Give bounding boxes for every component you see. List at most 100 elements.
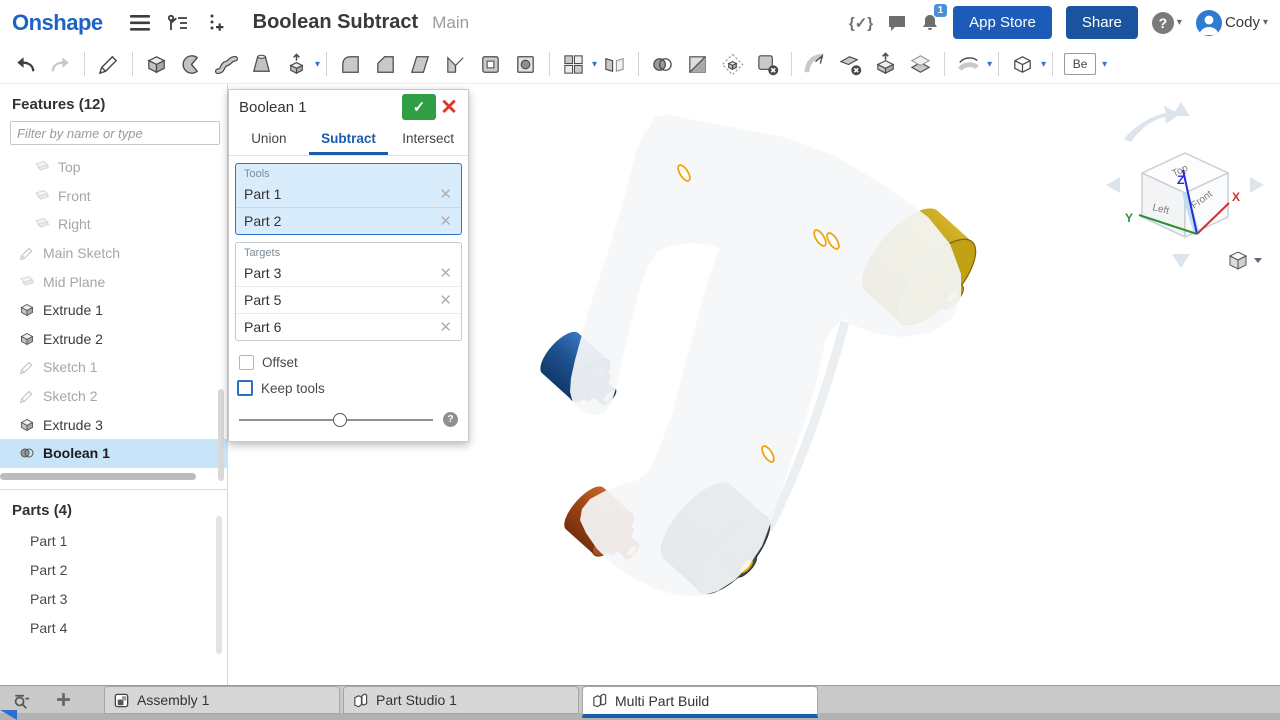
feature-item-right[interactable]: Right [0, 210, 244, 239]
enclose-button[interactable] [1007, 49, 1038, 79]
replace-face-button[interactable] [905, 49, 936, 79]
preview-slider[interactable] [239, 419, 433, 421]
tool-item-part-1[interactable]: Part 1✕ [236, 181, 461, 207]
custom-feature-dropdown-caret-icon[interactable]: ▾ [1102, 59, 1107, 70]
feature-item-boolean-1[interactable]: Boolean 1 [0, 439, 229, 468]
insert-new-element-icon[interactable] [203, 10, 229, 36]
split-icon [685, 52, 710, 77]
remove-icon[interactable]: ✕ [436, 264, 455, 282]
help-menu[interactable]: ? ▾ [1152, 12, 1182, 34]
feature-item-extrude-1[interactable]: Extrude 1 [0, 296, 229, 325]
offset-checkbox[interactable] [239, 355, 254, 370]
offset-surface-button[interactable] [953, 49, 984, 79]
target-item-part-6[interactable]: Part 6✕ [236, 313, 461, 340]
comment-icon[interactable] [887, 14, 907, 32]
redo-button[interactable] [45, 49, 76, 79]
split-button[interactable] [682, 49, 713, 79]
document-tab-multi-part-build[interactable]: Multi Part Build [582, 686, 818, 718]
shell-button[interactable] [475, 49, 506, 79]
versions-history-icon[interactable] [165, 10, 191, 36]
sweep-icon [214, 52, 239, 77]
feature-item-sketch-2[interactable]: Sketch 2 [0, 382, 229, 411]
feature-item-mid-plane[interactable]: Mid Plane [0, 267, 229, 296]
modify-fillet-button[interactable] [800, 49, 831, 79]
custom-feature-button[interactable]: Be [1061, 49, 1099, 79]
manage-tabs-search-icon[interactable] [12, 691, 31, 710]
pattern-dropdown-caret-icon[interactable]: ▾ [592, 59, 597, 70]
cancel-icon[interactable]: ✕ [436, 94, 462, 120]
features-vertical-scrollbar[interactable] [218, 389, 224, 481]
surface-dropdown-caret-icon[interactable]: ▾ [987, 59, 992, 70]
featurescript-icon[interactable]: {✓} [849, 14, 873, 32]
dialog-tab-union[interactable]: Union [229, 124, 309, 155]
confirm-button[interactable]: ✓ [402, 94, 436, 120]
chamfer-button[interactable] [370, 49, 401, 79]
remove-icon[interactable]: ✕ [436, 291, 455, 309]
part-item-part-4[interactable]: Part 4 [0, 614, 227, 643]
hamburger-menu-icon[interactable] [127, 10, 153, 36]
dialog-tab-intersect[interactable]: Intersect [388, 124, 468, 155]
thicken-button[interactable] [281, 49, 312, 79]
parts-vertical-scrollbar[interactable] [216, 516, 222, 654]
keep-tools-checkbox[interactable] [237, 380, 253, 396]
thicken-dropdown-caret-icon[interactable]: ▾ [315, 59, 320, 70]
loft-button[interactable] [246, 49, 277, 79]
rib-icon [443, 52, 468, 77]
feature-item-extrude-2[interactable]: Extrude 2 [0, 325, 229, 354]
preview-slider-handle[interactable] [333, 413, 347, 427]
part-item-part-2[interactable]: Part 2 [0, 556, 227, 585]
tool-item-part-2[interactable]: Part 2✕ [236, 207, 461, 234]
view-options-button[interactable] [1230, 252, 1262, 269]
dialog-help-icon[interactable]: ? [443, 412, 458, 427]
sketch-icon [19, 388, 35, 404]
document-tab-assembly-1[interactable]: Assembly 1 [104, 686, 340, 714]
remove-icon[interactable]: ✕ [436, 185, 455, 203]
move-face-button[interactable] [870, 49, 901, 79]
sketch-button[interactable] [93, 49, 124, 79]
delete-part-icon [755, 52, 780, 77]
document-tab-part-studio-1[interactable]: Part Studio 1 [343, 686, 579, 714]
delete-face-button[interactable] [835, 49, 866, 79]
feature-item-extrude-3[interactable]: Extrude 3 [0, 410, 229, 439]
dialog-tab-subtract[interactable]: Subtract [309, 124, 389, 155]
target-item-part-5[interactable]: Part 5✕ [236, 286, 461, 313]
workspace-name[interactable]: Main [432, 13, 469, 33]
plane-icon [19, 274, 35, 290]
target-item-part-3[interactable]: Part 3✕ [236, 260, 461, 286]
avatar[interactable] [1196, 10, 1222, 36]
remove-icon[interactable]: ✕ [436, 212, 455, 230]
transform-button[interactable] [717, 49, 748, 79]
transform-icon [720, 52, 745, 77]
sweep-button[interactable] [211, 49, 242, 79]
help-icon[interactable]: ? [1152, 12, 1174, 34]
remove-icon[interactable]: ✕ [436, 318, 455, 336]
extrude-button[interactable] [141, 49, 172, 79]
undo-button[interactable] [10, 49, 41, 79]
hole-button[interactable] [510, 49, 541, 79]
feature-item-top[interactable]: Top [0, 153, 244, 182]
part-item-part-3[interactable]: Part 3 [0, 585, 227, 614]
fillet-button[interactable] [335, 49, 366, 79]
share-button[interactable]: Share [1066, 6, 1138, 39]
feature-item-sketch-1[interactable]: Sketch 1 [0, 353, 229, 382]
user-menu[interactable]: Cody ▾ [1196, 10, 1268, 36]
part-item-part-1[interactable]: Part 1 [0, 527, 227, 556]
delete-part-button[interactable] [752, 49, 783, 79]
add-tab-button[interactable] [55, 691, 72, 708]
feature-item-front[interactable]: Front [0, 182, 244, 211]
features-horizontal-scrollbar[interactable] [0, 473, 196, 480]
view-cube[interactable]: Top Left Front Z X Y [1106, 102, 1264, 268]
redo-icon [48, 52, 73, 77]
enclose-dropdown-caret-icon[interactable]: ▾ [1041, 59, 1046, 70]
linear-pattern-button[interactable] [558, 49, 589, 79]
mirror-button[interactable] [599, 49, 630, 79]
viewport[interactable]: Top Left Front Z X Y [228, 84, 1280, 685]
notifications-bell-icon[interactable]: 1 [921, 13, 939, 33]
app-store-button[interactable]: App Store [953, 6, 1052, 39]
feature-filter-input[interactable] [10, 121, 220, 145]
revolve-button[interactable] [176, 49, 207, 79]
boolean-button[interactable] [647, 49, 678, 79]
rib-button[interactable] [440, 49, 471, 79]
draft-button[interactable] [405, 49, 436, 79]
feature-item-main-sketch[interactable]: Main Sketch [0, 239, 229, 268]
